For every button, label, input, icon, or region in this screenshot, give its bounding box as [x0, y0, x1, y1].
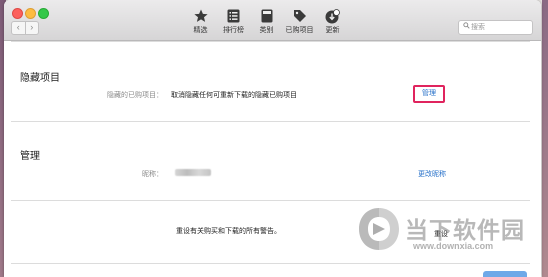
tag-icon	[283, 9, 316, 26]
divider	[11, 200, 530, 201]
chevron-right-icon: ›	[30, 22, 34, 32]
zoom-window-button[interactable]	[38, 8, 49, 19]
desktop-right-edge	[542, 0, 548, 277]
star-icon	[184, 9, 217, 26]
watermark-title: 当下软件园	[405, 218, 525, 244]
nickname-label: 昵称：	[142, 171, 163, 178]
change-nickname-link[interactable]: 更改昵称	[418, 169, 446, 179]
chevron-left-icon: ‹	[16, 22, 20, 32]
tab-top-charts[interactable]: 排行榜	[217, 9, 250, 39]
hidden-purchases-label: 隐藏的已购项目：	[107, 92, 163, 99]
manage-label: 管理	[422, 90, 436, 97]
tab-updates[interactable]: 更新	[316, 9, 349, 39]
tab-label: 类别	[259, 27, 274, 34]
tab-label: 精选	[193, 27, 208, 34]
manage-hidden-button[interactable]: 管理	[413, 85, 445, 103]
hidden-purchases-description: 取消隐藏任何可重新下载的隐藏已购项目	[171, 92, 297, 99]
divider	[11, 41, 530, 42]
hidden-items-title: 隐藏项目	[20, 73, 60, 84]
manage-title: 管理	[20, 151, 40, 162]
minimize-window-button[interactable]	[25, 8, 36, 19]
search-field[interactable]: 搜索	[458, 20, 533, 35]
list-icon	[217, 9, 250, 26]
forward-button[interactable]: ›	[25, 21, 39, 35]
tab-label: 已购项目	[285, 27, 314, 34]
tab-featured[interactable]: 精选	[184, 9, 217, 39]
category-icon	[250, 9, 283, 26]
toolbar: 精选 排行榜 类别 已购项目 更新	[184, 9, 349, 39]
downxia-logo-icon	[359, 208, 399, 250]
watermark-url: www.downxia.com	[413, 241, 494, 251]
update-badge-icon	[316, 9, 349, 26]
tab-purchased[interactable]: 已购项目	[283, 9, 316, 39]
back-button[interactable]: ‹	[11, 21, 26, 35]
tab-label: 更新	[325, 27, 340, 34]
title-bar: ‹ › 精选 排行榜 类别 已购项目 更新 搜索	[4, 0, 541, 41]
done-button[interactable]	[483, 271, 527, 277]
tab-label: 排行榜	[223, 27, 244, 34]
search-icon	[463, 21, 470, 34]
navigation-buttons: ‹ ›	[11, 21, 39, 35]
tab-categories[interactable]: 类别	[250, 9, 283, 39]
nickname-value	[175, 169, 211, 176]
reset-warnings-description: 重设有关购买和下载的所有警告。	[176, 228, 281, 235]
close-window-button[interactable]	[12, 8, 23, 19]
search-placeholder: 搜索	[471, 24, 485, 31]
watermark: 当下软件园 www.downxia.com	[355, 205, 540, 265]
divider	[11, 121, 530, 122]
